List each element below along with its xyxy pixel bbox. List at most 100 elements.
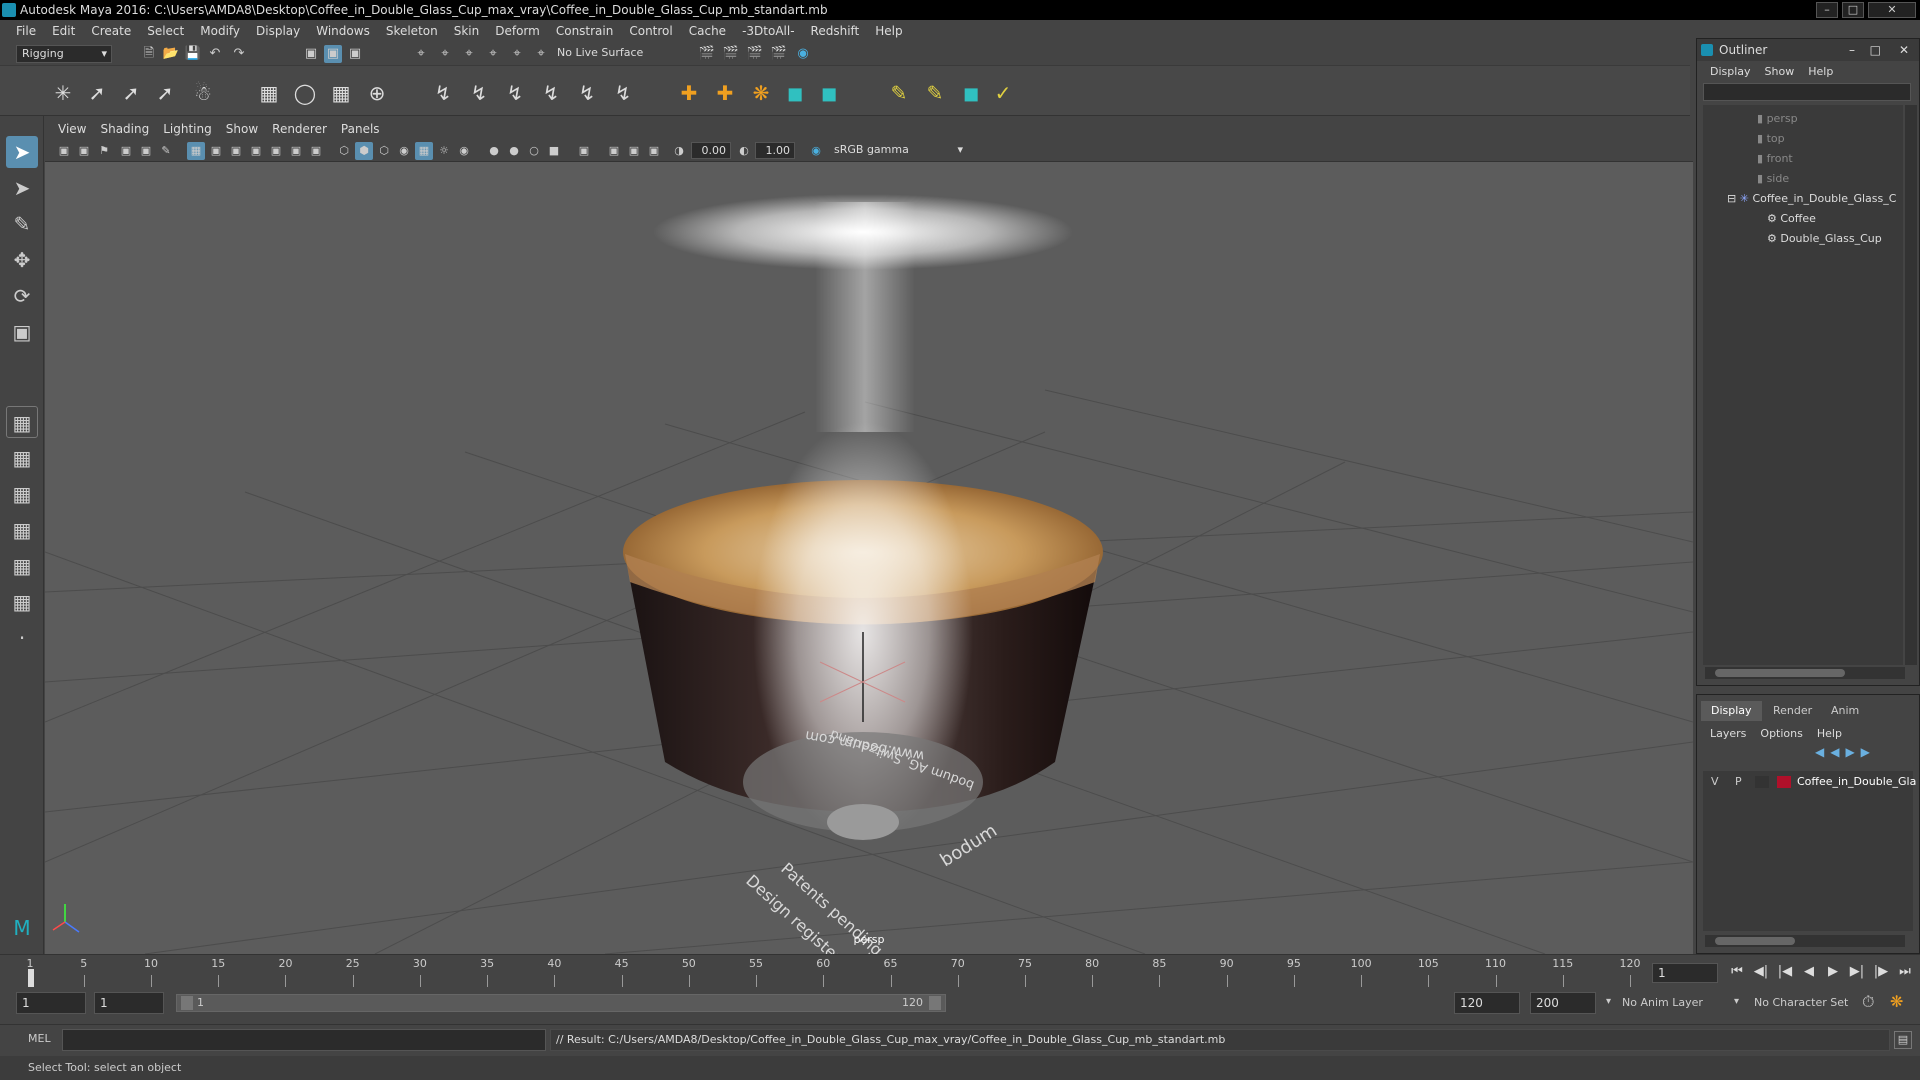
menu-windows[interactable]: Windows: [308, 24, 378, 38]
custom-layout-icon[interactable]: ·: [6, 622, 38, 654]
ipr-render-icon[interactable]: 🎬: [722, 45, 740, 63]
script-language-toggle[interactable]: MEL: [28, 1032, 51, 1045]
close-icon[interactable]: ✕: [1899, 39, 1909, 61]
undo-icon[interactable]: ↶: [206, 45, 224, 63]
vp-menu-shading[interactable]: Shading: [93, 122, 156, 136]
aim-constraint-icon[interactable]: ↯: [574, 80, 600, 106]
outliner-menu-display[interactable]: Display: [1703, 65, 1758, 78]
chevron-down-icon[interactable]: ▾: [1606, 996, 1611, 1007]
move-tool-icon[interactable]: ✥: [6, 244, 38, 276]
scale-constraint-icon[interactable]: ↯: [538, 80, 564, 106]
menu-skeleton[interactable]: Skeleton: [378, 24, 446, 38]
playback-end-field[interactable]: 120: [1454, 992, 1520, 1014]
render-settings-icon[interactable]: 🎬: [746, 45, 764, 63]
sparkle-icon[interactable]: ❋: [748, 80, 774, 106]
select-object-icon[interactable]: ▣: [324, 45, 342, 63]
layer-action-icons[interactable]: ◀◀▶▶: [1815, 745, 1876, 759]
time-ruler[interactable]: 1 5 10 15 20 25 30 35 40 45 50 55 60 65 70 75 80 85 90 95 10…: [20, 955, 1641, 989]
outliner-search-input[interactable]: [1703, 83, 1911, 101]
lasso-tool-icon[interactable]: ➤: [6, 172, 38, 204]
vp-menu-renderer[interactable]: Renderer: [265, 122, 334, 136]
start-time-field[interactable]: 1: [16, 992, 86, 1014]
menu-cache[interactable]: Cache: [681, 24, 734, 38]
scene-3d[interactable]: Design registered in Switzerland Patents…: [45, 162, 1693, 954]
maximize-button[interactable]: □: [1842, 2, 1864, 18]
menu-skin[interactable]: Skin: [446, 24, 488, 38]
step-back-icon[interactable]: ◀|: [1752, 963, 1770, 981]
gamma-field[interactable]: 1.00: [755, 142, 795, 159]
motion-blur-icon[interactable]: ●: [505, 142, 523, 160]
safe-title-icon[interactable]: ▣: [307, 142, 325, 160]
grease-pencil-icon[interactable]: ✎: [157, 142, 175, 160]
layers-menu-help[interactable]: Help: [1810, 727, 1849, 740]
ambient-occlusion-icon[interactable]: ●: [485, 142, 503, 160]
new-scene-icon[interactable]: 🗎: [140, 45, 158, 63]
four-view-icon[interactable]: ▦: [6, 442, 38, 474]
snap-surface-icon[interactable]: ⌖: [508, 45, 526, 63]
outliner-h-scrollbar[interactable]: [1705, 667, 1905, 679]
paint-select-icon[interactable]: ✎: [6, 208, 38, 240]
gamma-icon[interactable]: ◐: [735, 142, 753, 160]
smooth-bind-icon[interactable]: ◯: [292, 80, 318, 106]
menu-set-dropdown[interactable]: Rigging ▾: [16, 45, 112, 63]
snap-grid-icon[interactable]: ⌖: [412, 45, 430, 63]
outliner-item-group[interactable]: ⊟ ✳ Coffee_in_Double_Glass_C: [1703, 189, 1920, 209]
menu-3dtoall[interactable]: -3DtoAll-: [734, 24, 802, 38]
anti-alias-icon[interactable]: ○: [525, 142, 543, 160]
bind-skin-icon[interactable]: ▦: [256, 80, 282, 106]
layer-row[interactable]: V P Coffee_in_Double_Gla: [1703, 773, 1916, 791]
snap-magnet-icon[interactable]: ⌖: [532, 45, 550, 63]
minimize-icon[interactable]: –: [1849, 39, 1855, 61]
maya-m-icon[interactable]: M: [6, 912, 38, 944]
current-frame-field[interactable]: 1: [1652, 963, 1718, 983]
tab-render[interactable]: Render: [1763, 701, 1822, 721]
hypershade-layout-icon[interactable]: ▦: [6, 550, 38, 582]
exposure-icon[interactable]: ◑: [670, 142, 688, 160]
maya-script-icon-1[interactable]: ◼: [782, 80, 808, 106]
outliner-item-persp[interactable]: ▮ persp: [1703, 109, 1920, 129]
persp-graph-icon[interactable]: ▦: [6, 514, 38, 546]
scale-tool-icon[interactable]: ▣: [6, 316, 38, 348]
command-input[interactable]: [62, 1029, 546, 1051]
orient-constraint-icon[interactable]: ↯: [502, 80, 528, 106]
end-time-field[interactable]: 200: [1530, 992, 1596, 1014]
insert-joint-icon[interactable]: ➚: [152, 80, 178, 106]
redshift-icon[interactable]: ◉: [794, 45, 812, 63]
lights-icon[interactable]: ☼: [435, 142, 453, 160]
auto-key-icon[interactable]: ⏱: [1862, 992, 1874, 1012]
range-end-handle[interactable]: [929, 996, 941, 1010]
close-button[interactable]: ✕: [1868, 2, 1916, 18]
script-editor-layout-icon[interactable]: ▦: [6, 586, 38, 618]
menu-display[interactable]: Display: [248, 24, 308, 38]
ik-handle-icon[interactable]: ➚: [84, 80, 110, 106]
menu-constrain[interactable]: Constrain: [548, 24, 622, 38]
shadows-icon[interactable]: ◉: [455, 142, 473, 160]
layers-h-scrollbar[interactable]: [1705, 935, 1905, 947]
save-scene-icon[interactable]: 💾: [184, 45, 202, 63]
camera-select-icon[interactable]: ▣: [55, 142, 73, 160]
depth-of-field-icon[interactable]: ■: [545, 142, 563, 160]
maya-script-icon-3[interactable]: ◼: [958, 80, 984, 106]
playback-start-field[interactable]: 1: [94, 992, 164, 1014]
field-chart-icon[interactable]: ▣: [267, 142, 285, 160]
tab-display[interactable]: Display: [1701, 701, 1762, 721]
layer-visibility-toggle[interactable]: V: [1711, 773, 1719, 791]
rotate-tool-icon[interactable]: ⟳: [6, 280, 38, 312]
menu-deform[interactable]: Deform: [487, 24, 548, 38]
layer-playback-toggle[interactable]: P: [1735, 773, 1742, 791]
outliner-item-front[interactable]: ▮ front: [1703, 149, 1920, 169]
menu-edit[interactable]: Edit: [44, 24, 83, 38]
single-view-icon[interactable]: ▦: [6, 406, 38, 438]
check-icon[interactable]: ✓: [990, 80, 1016, 106]
xray-icon[interactable]: ▣: [605, 142, 623, 160]
viewport-persp[interactable]: View Shading Lighting Show Renderer Pane…: [45, 118, 1693, 954]
layer-color-swatch[interactable]: [1777, 776, 1791, 788]
humanik-icon[interactable]: ☃: [190, 80, 216, 106]
scrollbar-thumb[interactable]: [1715, 937, 1795, 945]
select-component-icon[interactable]: ▣: [346, 45, 364, 63]
colorspace-dropdown[interactable]: sRGB gamma ▾: [829, 142, 965, 160]
play-forward-icon[interactable]: ▶: [1824, 963, 1842, 981]
hypershade-icon[interactable]: 🎬: [770, 45, 788, 63]
menu-help[interactable]: Help: [867, 24, 910, 38]
redo-icon[interactable]: ↷: [230, 45, 248, 63]
